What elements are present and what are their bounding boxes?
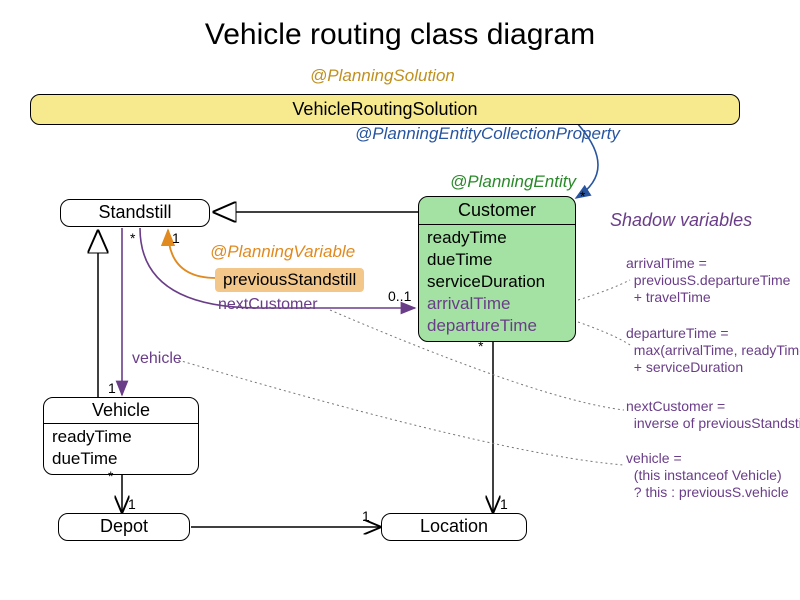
mult-collection-star: * [580, 188, 585, 204]
anno-planning-entity: @PlanningEntity [450, 172, 576, 192]
class-vehicle: Vehicle readyTime dueTime [43, 397, 199, 475]
mult-cust-loc-star: * [478, 338, 483, 354]
customer-attr-serviceduration: serviceDuration [427, 271, 567, 293]
class-solution: VehicleRoutingSolution [30, 94, 740, 125]
shadow-arrival: arrivalTime = previousS.departureTime + … [626, 255, 790, 306]
customer-attr-departuretime: departureTime [427, 315, 567, 337]
shadow-vars-title: Shadow variables [610, 210, 752, 231]
ref-next-customer: nextCustomer [218, 296, 318, 314]
customer-attr-arrivaltime: arrivalTime [427, 293, 567, 315]
mult-prevstand-zeroone: 0..1 [388, 288, 411, 304]
customer-name: Customer [419, 197, 575, 225]
mult-vehicle-one: 1 [108, 380, 116, 396]
class-standstill: Standstill [60, 199, 210, 227]
class-depot: Depot [58, 513, 190, 541]
mult-standstill-next-star: * [130, 230, 135, 246]
ref-vehicle: vehicle [132, 350, 182, 368]
mult-depot-one: 1 [128, 496, 136, 512]
diagram-title: Vehicle routing class diagram [0, 18, 800, 52]
mult-depot-loc-one: 1 [362, 508, 370, 524]
vehicle-attr-readytime: readyTime [52, 426, 190, 448]
customer-attr-duetime: dueTime [427, 249, 567, 271]
shadow-next: nextCustomer = inverse of previousStands… [626, 398, 800, 432]
mult-cust-loc-one: 1 [500, 496, 508, 512]
vehicle-name: Vehicle [44, 398, 198, 424]
vehicle-attr-duetime: dueTime [52, 448, 190, 470]
class-customer: Customer readyTime dueTime serviceDurati… [418, 196, 576, 342]
customer-attr-readytime: readyTime [427, 227, 567, 249]
mult-standstill-prev-one: 1 [172, 230, 180, 246]
ref-previous-standstill: previousStandstill [215, 268, 364, 292]
shadow-vehicle: vehicle = (this instanceof Vehicle) ? th… [626, 450, 789, 501]
anno-planning-entity-collection: @PlanningEntityCollectionProperty [355, 124, 620, 144]
anno-planning-variable: @PlanningVariable [210, 242, 355, 262]
class-location: Location [381, 513, 527, 541]
shadow-departure: departureTime = max(arrivalTime, readyTi… [626, 325, 800, 376]
mult-vehicle-depot-star: * [108, 468, 113, 484]
anno-planning-solution: @PlanningSolution [310, 66, 455, 86]
